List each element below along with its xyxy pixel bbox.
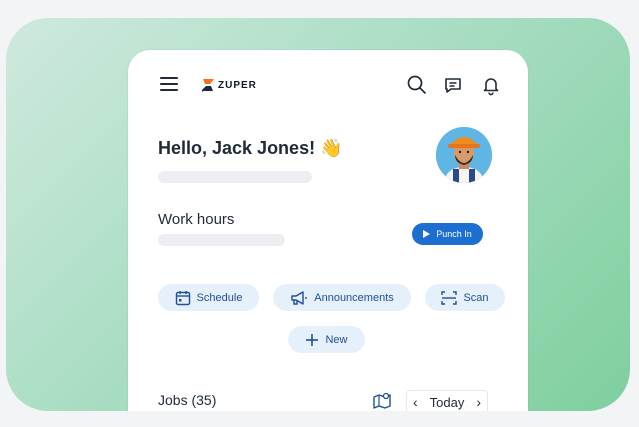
plus-icon <box>306 333 319 346</box>
play-icon <box>423 230 431 238</box>
jobs-heading: Jobs (35) <box>158 392 217 408</box>
greeting-text: Hello, Jack Jones! 👋 <box>158 138 343 158</box>
notifications-icon[interactable] <box>480 74 502 96</box>
chevron-right-icon[interactable]: › <box>476 394 481 410</box>
punch-in-label: Punch In <box>436 229 472 239</box>
scan-button[interactable]: Scan <box>425 284 505 311</box>
logo-text: ZUPER <box>218 79 257 91</box>
megaphone-icon <box>291 290 308 305</box>
avatar[interactable] <box>436 127 492 183</box>
search-icon[interactable] <box>406 74 428 96</box>
skeleton-line <box>158 171 312 183</box>
zuper-logo-icon <box>202 79 214 92</box>
date-label: Today <box>429 394 465 410</box>
date-selector: ‹ Today › <box>406 390 488 411</box>
messages-icon[interactable] <box>442 74 464 96</box>
page-bottom <box>0 411 639 427</box>
scan-icon <box>441 290 458 305</box>
chevron-left-icon[interactable]: ‹ <box>413 394 418 410</box>
punch-in-button[interactable]: Punch In <box>412 223 483 245</box>
zuper-logo: ZUPER <box>200 75 257 95</box>
map-icon[interactable] <box>372 391 392 411</box>
announcements-button[interactable]: Announcements <box>273 284 411 311</box>
announcements-label: Announcements <box>314 291 394 304</box>
calendar-icon <box>175 290 190 305</box>
skeleton-line <box>158 234 285 246</box>
user-photo <box>436 127 492 183</box>
work-hours-label: Work hours <box>158 211 235 228</box>
top-bar: ZUPER <box>128 50 528 120</box>
menu-icon[interactable] <box>160 77 178 91</box>
app-screen: ZUPER Hello, Jack Jones! 👋 Work hours Pu… <box>128 50 528 411</box>
new-button[interactable]: New <box>288 326 365 353</box>
scan-label: Scan <box>463 291 489 304</box>
schedule-label: Schedule <box>196 291 243 304</box>
schedule-button[interactable]: Schedule <box>158 284 259 311</box>
new-label: New <box>325 333 348 346</box>
